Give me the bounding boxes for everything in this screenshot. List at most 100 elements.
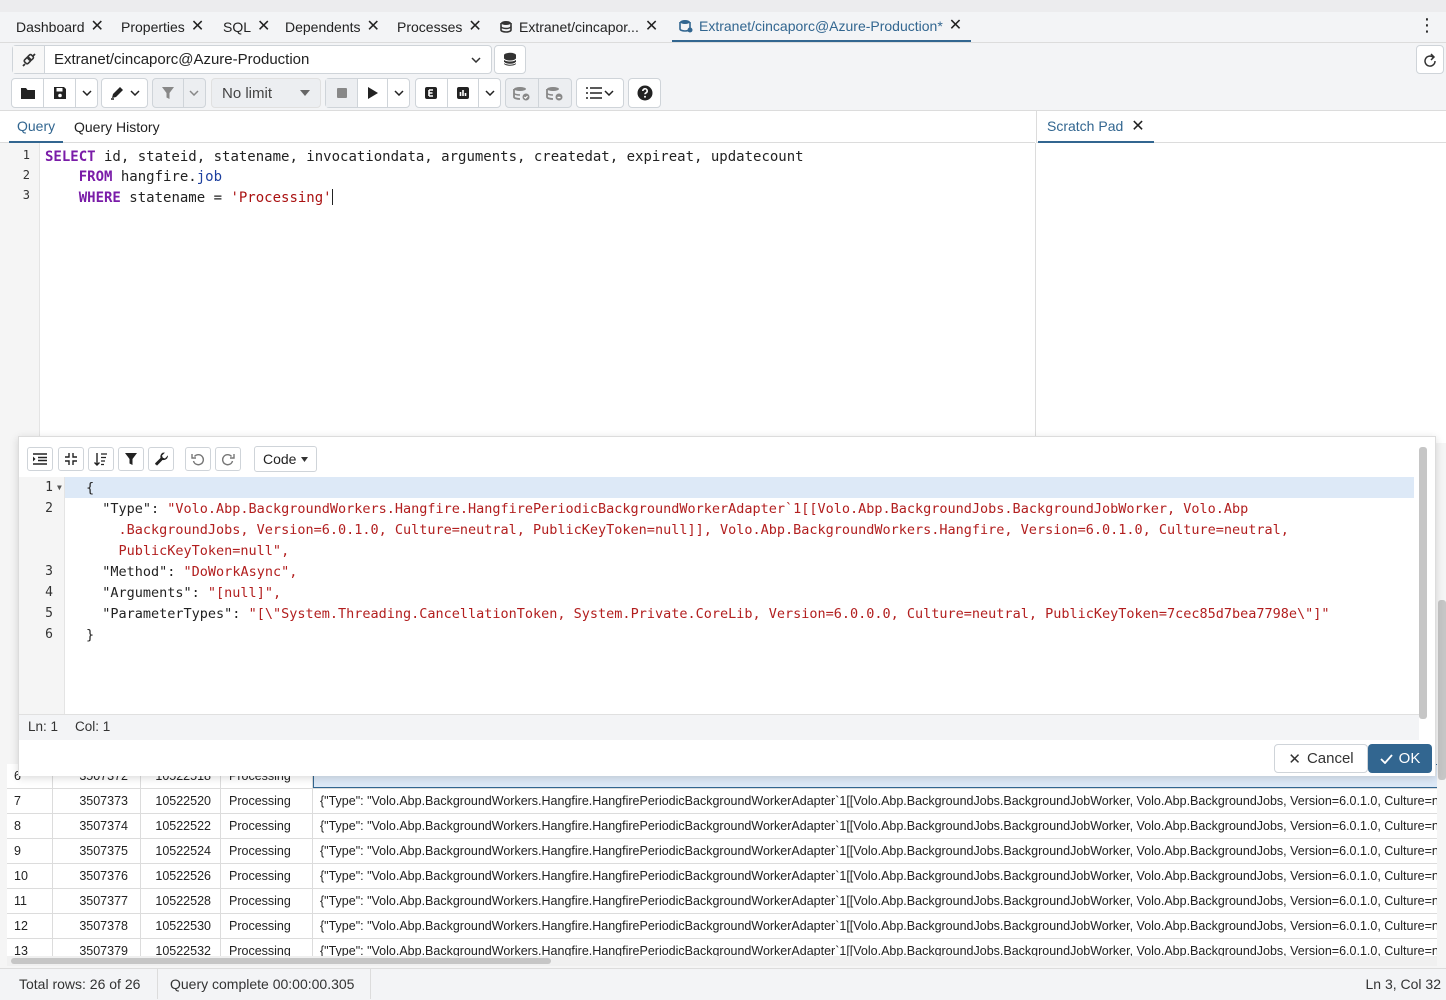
json-value: "Volo.Abp.BackgroundWorkers.Hangfire.Han… [167, 501, 1249, 517]
filter-button[interactable] [118, 447, 144, 471]
cursor-position: Ln 3, Col 32 [1365, 976, 1442, 992]
cancel-button[interactable]: ✕ Cancel [1274, 744, 1368, 773]
cell-statename[interactable]: Processing [221, 839, 313, 863]
json-line: "Method": "DoWorkAsync", [86, 564, 297, 580]
redo-button[interactable] [215, 447, 241, 471]
table-row[interactable]: 7 3507373 10522520 Processing {"Type": "Volo… [7, 789, 1437, 814]
line-indicator: Ln: 1 [28, 719, 59, 734]
line-number: 3 [45, 564, 53, 579]
format-json-button[interactable] [27, 447, 53, 471]
line-number: 6 [45, 627, 53, 642]
cell-id[interactable]: 3507376 [53, 864, 141, 888]
table-row[interactable]: 8 3507374 10522522 Processing {"Type": "Volo… [7, 814, 1437, 839]
redo-icon [221, 452, 235, 466]
close-icon: ✕ [1288, 750, 1301, 768]
json-editor-dialog: Code 1 2 3 4 5 6 ▼ { "Type": "Volo.Abp.B… [18, 436, 1436, 776]
line-number: 1 [45, 480, 53, 495]
sort-button[interactable] [88, 447, 114, 471]
cell-id[interactable]: 3507377 [53, 889, 141, 913]
json-line-wrap: PublicKeyToken=null", [86, 543, 290, 559]
undo-icon [191, 452, 205, 466]
active-line-highlight [65, 477, 1414, 498]
cell-stateid[interactable]: 10522526 [141, 864, 221, 888]
query-status: Query complete 00:00:00.305 [158, 969, 371, 999]
json-key: "Method": [86, 564, 184, 580]
undo-button[interactable] [185, 447, 211, 471]
check-icon [1380, 753, 1393, 764]
compact-json-button[interactable] [58, 447, 84, 471]
wrench-icon [154, 452, 168, 466]
cell-invocationdata[interactable]: {"Type": "Volo.Abp.BackgroundWorkers.Han… [313, 839, 1437, 863]
cell-invocationdata[interactable]: {"Type": "Volo.Abp.BackgroundWorkers.Han… [313, 864, 1437, 888]
line-number: 5 [45, 606, 53, 621]
cell-id[interactable]: 3507373 [53, 789, 141, 813]
line-number: 4 [45, 585, 53, 600]
row-number[interactable]: 8 [7, 814, 53, 838]
json-code-editor[interactable]: 1 2 3 4 5 6 ▼ { "Type": "Volo.Abp.Backgr… [19, 477, 1419, 714]
cell-invocationdata[interactable]: {"Type": "Volo.Abp.BackgroundWorkers.Han… [313, 889, 1437, 913]
cell-statename[interactable]: Processing [221, 814, 313, 838]
line-number-gutter: 1 2 3 4 5 6 ▼ [19, 477, 65, 714]
json-editor-status: Ln: 1 Col: 1 [19, 714, 1419, 740]
cell-invocationdata[interactable]: {"Type": "Volo.Abp.BackgroundWorkers.Han… [313, 914, 1437, 938]
sort-icon [94, 452, 108, 466]
cell-stateid[interactable]: 10522528 [141, 889, 221, 913]
json-editor-toolbar: Code [19, 437, 1419, 477]
cell-invocationdata[interactable]: {"Type": "Volo.Abp.BackgroundWorkers.Han… [313, 789, 1437, 813]
cancel-label: Cancel [1306, 750, 1354, 767]
dialog-footer: ✕ Cancel OK [19, 740, 1435, 776]
ok-label: OK [1398, 750, 1421, 767]
ok-button[interactable]: OK [1368, 744, 1432, 773]
cell-statename[interactable]: Processing [221, 889, 313, 913]
row-number[interactable]: 9 [7, 839, 53, 863]
cell-id[interactable]: 3507374 [53, 814, 141, 838]
cell-stateid[interactable]: 10522524 [141, 839, 221, 863]
cell-id[interactable]: 3507375 [53, 839, 141, 863]
json-key: "Arguments": [86, 585, 208, 601]
cell-stateid[interactable]: 10522532 [141, 939, 221, 956]
json-key: "ParameterTypes": [86, 606, 249, 622]
fold-toggle-icon[interactable]: ▼ [57, 483, 62, 492]
row-number[interactable]: 12 [7, 914, 53, 938]
table-row[interactable]: 13 3507379 10522532 Processing {"Type": "Vol… [7, 939, 1437, 956]
column-indicator: Col: 1 [75, 719, 111, 734]
row-number[interactable]: 7 [7, 789, 53, 813]
table-row[interactable]: 9 3507375 10522524 Processing {"Type": "Volo… [7, 839, 1437, 864]
cell-id[interactable]: 3507379 [53, 939, 141, 956]
row-number[interactable]: 10 [7, 864, 53, 888]
filter-icon [124, 452, 138, 466]
json-value: PublicKeyToken=null", [86, 543, 290, 559]
vertical-scrollbar[interactable] [1438, 600, 1446, 780]
cell-invocationdata[interactable]: {"Type": "Volo.Abp.BackgroundWorkers.Han… [313, 814, 1437, 838]
cell-statename[interactable]: Processing [221, 864, 313, 888]
table-row[interactable]: 10 3507376 10522526 Processing {"Type": "Vol… [7, 864, 1437, 889]
total-rows: Total rows: 26 of 26 [0, 969, 158, 999]
horizontal-scrollbar[interactable] [7, 956, 1437, 966]
cell-invocationdata[interactable]: {"Type": "Volo.Abp.BackgroundWorkers.Han… [313, 939, 1437, 956]
row-number[interactable]: 13 [7, 939, 53, 956]
cell-stateid[interactable]: 10522522 [141, 814, 221, 838]
scrollbar-thumb[interactable] [11, 958, 551, 964]
status-bar: Total rows: 26 of 26 Query complete 00:0… [0, 968, 1446, 1000]
table-row[interactable]: 11 3507377 10522528 Processing {"Type": "Vol… [7, 889, 1437, 914]
mode-select[interactable]: Code [254, 446, 318, 472]
json-line-wrap: .BackgroundJobs, Version=6.0.1.0, Cultur… [86, 522, 1289, 538]
json-key: "Type": [86, 501, 168, 517]
cell-stateid[interactable]: 10522530 [141, 914, 221, 938]
json-value: "[null]", [207, 585, 282, 601]
repair-json-button[interactable] [148, 447, 174, 471]
cell-statename[interactable]: Processing [221, 939, 313, 956]
row-number[interactable]: 11 [7, 889, 53, 913]
cell-id[interactable]: 3507378 [53, 914, 141, 938]
json-line: "Arguments": "[null]", [86, 585, 281, 601]
table-row[interactable]: 12 3507378 10522530 Processing {"Type": "Vol… [7, 914, 1437, 939]
cell-statename[interactable]: Processing [221, 914, 313, 938]
cell-stateid[interactable]: 10522520 [141, 789, 221, 813]
json-line: } [86, 627, 94, 643]
json-brace: } [86, 627, 95, 643]
cell-statename[interactable]: Processing [221, 789, 313, 813]
json-value: .BackgroundJobs, Version=6.0.1.0, Cultur… [86, 522, 1289, 538]
mode-value: Code [263, 451, 297, 467]
line-number: 2 [45, 501, 53, 516]
vertical-scrollbar[interactable] [1419, 447, 1427, 719]
